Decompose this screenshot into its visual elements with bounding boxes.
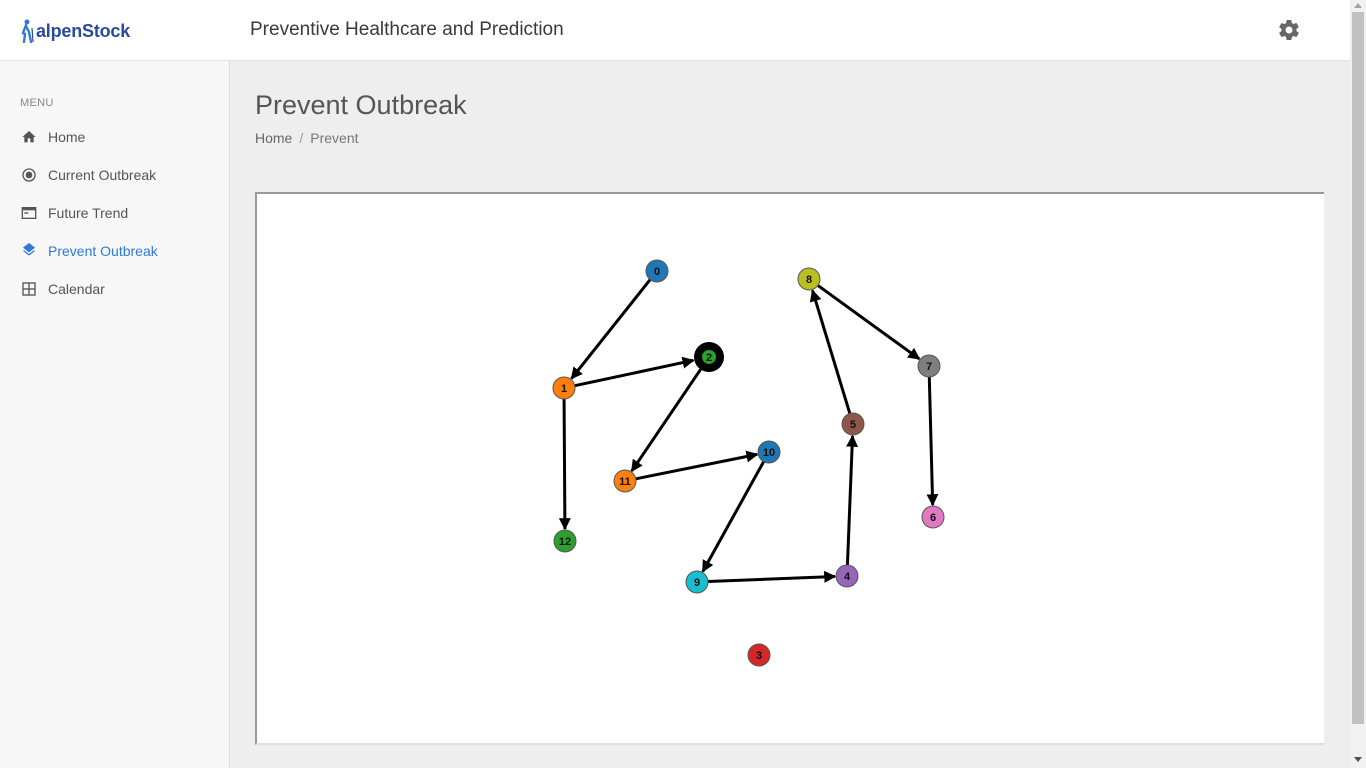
graph-node-label: 2 (706, 352, 712, 364)
logo-text: alpenStock (36, 20, 131, 41)
top-bar: alpenStock Preventive Healthcare and Pre… (0, 0, 1350, 61)
gear-icon[interactable] (1277, 18, 1301, 42)
sidebar-item-home[interactable]: Home (0, 118, 229, 156)
graph-edge-2-11 (630, 368, 702, 473)
breadcrumb-current: Prevent (310, 130, 359, 146)
graph-node-3[interactable]: 3 (747, 643, 771, 667)
home-icon (20, 128, 38, 146)
graph-node-1[interactable]: 1 (552, 376, 576, 400)
graph-node-5[interactable]: 5 (841, 412, 865, 436)
graph-edge-9-4 (707, 570, 837, 584)
graph-node-label: 4 (844, 571, 851, 583)
graph-node-label: 11 (619, 476, 631, 488)
sidebar-nav: Home Current Outbreak Future Trend Preve… (0, 118, 229, 308)
graph-edge-4-5 (845, 434, 859, 566)
graph-node-10[interactable]: 10 (757, 440, 781, 464)
hiker-logo-icon (21, 19, 34, 43)
graph-edge-1-2 (574, 356, 695, 388)
sidebar-item-future-trend[interactable]: Future Trend (0, 194, 229, 232)
network-graph-panel: 0 1 2 3 4 5 6 7 8 9 10 11 12 (255, 192, 1324, 745)
scroll-up-arrow-icon[interactable] (1354, 3, 1362, 8)
graph-node-11[interactable]: 11 (613, 469, 637, 493)
scroll-down-arrow-icon[interactable] (1354, 757, 1362, 762)
layers-icon (20, 242, 38, 260)
menu-heading: MENU (20, 97, 54, 109)
graph-edge-10-9 (701, 460, 765, 573)
sidebar-item-current-outbreak[interactable]: Current Outbreak (0, 156, 229, 194)
window-icon (20, 204, 38, 222)
sidebar: MENU Home Current Outbreak Future Trend … (0, 61, 230, 768)
logo[interactable]: alpenStock (20, 18, 130, 44)
graph-edge-11-10 (635, 450, 759, 481)
graph-edge-5-8 (809, 289, 852, 414)
graph-edge-8-7 (817, 284, 921, 361)
graph-node-label: 5 (850, 419, 856, 431)
graph-node-label: 3 (756, 650, 762, 662)
sidebar-item-label: Home (48, 129, 86, 145)
sidebar-item-prevent-outbreak[interactable]: Prevent Outbreak (0, 232, 229, 270)
vertical-scrollbar[interactable] (1350, 0, 1366, 768)
graph-node-2[interactable]: 2 (694, 342, 724, 372)
graph-node-label: 12 (559, 536, 571, 548)
graph-node-7[interactable]: 7 (917, 354, 941, 378)
graph-node-label: 8 (806, 274, 812, 286)
breadcrumb: Home / Prevent (255, 130, 359, 146)
graph-node-label: 7 (926, 361, 932, 373)
graph-edge-7-6 (926, 376, 939, 507)
graph-node-4[interactable]: 4 (835, 564, 859, 588)
graph-node-8[interactable]: 8 (797, 267, 821, 291)
graph-node-label: 0 (654, 266, 660, 278)
graph-edge-0-1 (570, 278, 652, 380)
graph-node-0[interactable]: 0 (645, 259, 669, 283)
app-title: Preventive Healthcare and Prediction (250, 19, 564, 40)
scrollbar-thumb[interactable] (1352, 12, 1364, 724)
graph-node-label: 9 (694, 577, 700, 589)
graph-node-9[interactable]: 9 (685, 570, 709, 594)
graph-node-label: 10 (763, 447, 775, 459)
breadcrumb-separator: / (299, 130, 304, 146)
sidebar-item-label: Calendar (48, 281, 105, 297)
network-graph[interactable]: 0123456789101112 (257, 194, 1324, 743)
sidebar-item-calendar[interactable]: Calendar (0, 270, 229, 308)
page-title: Prevent Outbreak (255, 90, 467, 120)
graph-node-label: 1 (561, 383, 567, 395)
graph-edge-1-12 (558, 398, 571, 531)
grid-icon (20, 280, 38, 298)
breadcrumb-home-link[interactable]: Home (255, 130, 292, 146)
sidebar-item-label: Future Trend (48, 205, 129, 221)
sidebar-item-label: Current Outbreak (48, 167, 157, 183)
graph-node-12[interactable]: 12 (553, 529, 577, 553)
graph-node-6[interactable]: 6 (921, 505, 945, 529)
radio-target-icon (20, 166, 38, 184)
sidebar-item-label: Prevent Outbreak (48, 243, 158, 259)
graph-node-label: 6 (930, 512, 936, 524)
